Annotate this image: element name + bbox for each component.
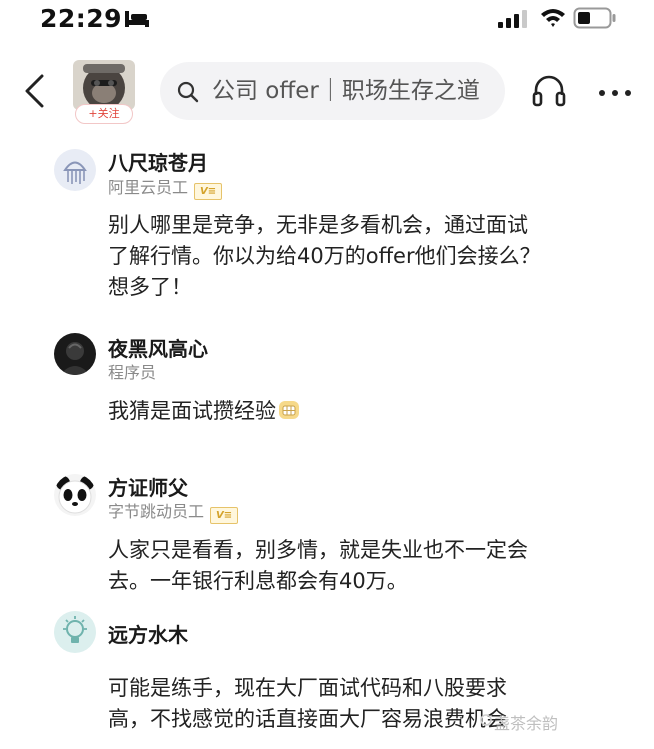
back-arrow-icon[interactable] bbox=[22, 74, 48, 108]
battery-icon bbox=[573, 7, 616, 29]
gorilla-avatar-image bbox=[73, 60, 135, 110]
tooth-grin-emoji-icon bbox=[279, 401, 299, 419]
comment-text: 别人哪里是竞争，无非是多看机会，通过面试 了解行情。你以为给40万的offer他… bbox=[108, 210, 608, 303]
watermark: 盏茶余韵 bbox=[494, 714, 559, 733]
commenter-avatar[interactable] bbox=[54, 149, 96, 191]
search-bar[interactable]: 公司 offer｜职场生存之道 bbox=[160, 62, 505, 120]
comment-line: 我猜是面试攒经验 bbox=[108, 396, 608, 427]
author-avatar[interactable]: +关注 bbox=[73, 60, 135, 124]
comment-line: 想多了！ bbox=[108, 275, 192, 299]
commenter-avatar[interactable] bbox=[54, 611, 96, 653]
verified-badge-icon: V≡ bbox=[210, 507, 239, 524]
more-options-icon[interactable] bbox=[598, 89, 632, 97]
commenter-avatar[interactable] bbox=[54, 474, 96, 516]
dark-portrait-avatar-image bbox=[54, 333, 96, 375]
lightbulb-avatar-image bbox=[54, 611, 96, 653]
status-bar: 22:29 bbox=[0, 0, 654, 40]
comment-line: 别人哪里是竞争，无非是多看机会，通过面试 bbox=[108, 213, 528, 237]
panda-avatar-image bbox=[54, 474, 96, 516]
commenter-role-row: 阿里云员工 V≡ bbox=[108, 174, 223, 200]
search-placeholder: 公司 offer｜职场生存之道 bbox=[212, 78, 480, 104]
commenter-role: 阿里云员工 bbox=[108, 178, 189, 197]
search-icon bbox=[177, 81, 199, 103]
verified-badge-icon: V≡ bbox=[194, 183, 223, 200]
commenter-name[interactable]: 夜黑风高心 bbox=[108, 333, 208, 362]
sleep-mode-icon bbox=[125, 11, 149, 27]
commenter-role: 字节跳动员工 bbox=[108, 502, 205, 521]
comment-line: 人家只是看看，别多情，就是失业也不一定会 bbox=[108, 538, 528, 562]
comment-line: 可能是练手，现在大厂面试代码和八股要求 bbox=[108, 676, 507, 700]
commenter-role-row: 字节跳动员工 V≡ bbox=[108, 498, 239, 524]
cellular-signal-icon bbox=[498, 10, 527, 28]
commenter-name[interactable]: 远方水木 bbox=[108, 619, 188, 648]
commenter-avatar[interactable] bbox=[54, 333, 96, 375]
status-time: 22:29 bbox=[40, 4, 123, 33]
commenter-role: 程序员 bbox=[108, 363, 157, 382]
commenter-name[interactable]: 八尺琼苍月 bbox=[108, 147, 208, 176]
headphones-icon[interactable] bbox=[532, 75, 566, 107]
jellyfish-avatar-image bbox=[54, 149, 96, 191]
commenter-name[interactable]: 方证师父 bbox=[108, 472, 188, 501]
comment-text: 我猜是面试攒经验 bbox=[108, 396, 608, 427]
top-bar: +关注 公司 offer｜职场生存之道 bbox=[0, 56, 654, 128]
follow-button[interactable]: +关注 bbox=[75, 104, 133, 124]
comment-line-text: 我猜是面试攒经验 bbox=[108, 399, 276, 423]
comment-text: 人家只是看看，别多情，就是失业也不一定会 去。一年银行利息都会有40万。 bbox=[108, 535, 608, 597]
watermark-logo-icon bbox=[480, 714, 492, 726]
wifi-icon bbox=[541, 9, 565, 27]
comment-line: 了解行情。你以为给40万的offer他们会接么？ bbox=[108, 244, 541, 268]
comment-line: 去。一年银行利息都会有40万。 bbox=[108, 569, 408, 593]
